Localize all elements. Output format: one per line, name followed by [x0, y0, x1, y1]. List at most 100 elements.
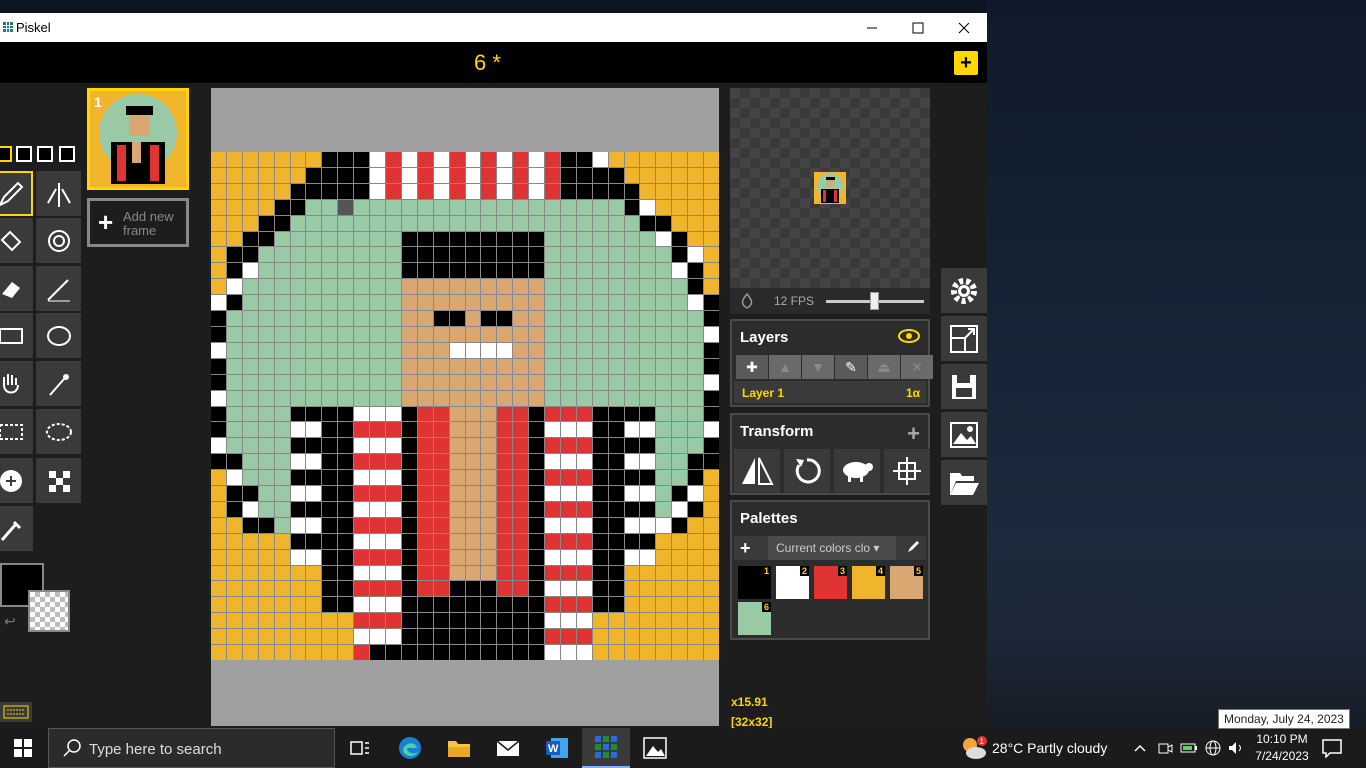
pen-size-3[interactable]: [37, 146, 53, 162]
weather-text[interactable]: 28°C Partly cloudy: [992, 740, 1107, 756]
pixel-canvas[interactable]: [211, 152, 719, 660]
network-button[interactable]: [1202, 728, 1224, 768]
taskbar-search-box[interactable]: Type here to search: [48, 728, 335, 768]
zoom-level: x15.91: [731, 695, 768, 709]
floppy-disk-icon: [952, 374, 976, 399]
photos-button[interactable]: [631, 728, 679, 768]
lighten-tool[interactable]: [0, 458, 33, 503]
frame-preview-image: [90, 91, 186, 187]
folder-icon: [950, 472, 979, 495]
resize-button[interactable]: [941, 316, 987, 361]
minimize-button[interactable]: [849, 13, 895, 42]
search-placeholder: Type here to search: [89, 741, 222, 758]
file-explorer-button[interactable]: [435, 728, 483, 768]
pen-size-4[interactable]: [59, 146, 75, 162]
edge-taskbar-button[interactable]: [386, 728, 434, 768]
color-picker-tool[interactable]: [0, 506, 33, 551]
lasso-icon: [45, 422, 72, 441]
pen-size-1[interactable]: [0, 146, 12, 162]
swap-colors-icon[interactable]: ↩: [4, 613, 16, 630]
taskbar: Type here to search W 1 28°C Partly clou…: [0, 728, 1366, 768]
volume-button[interactable]: [1226, 728, 1248, 768]
palette-color-3[interactable]: 3: [814, 566, 847, 599]
notification-icon[interactable]: [1322, 738, 1342, 758]
frame-number: 1: [94, 94, 102, 110]
palette-select[interactable]: Current colors clo ▾: [768, 536, 896, 560]
palette-color-5[interactable]: 5: [890, 566, 923, 599]
lasso-select-tool[interactable]: [36, 409, 81, 454]
merge-layer-button[interactable]: ⏏: [868, 355, 900, 379]
edit-layer-button[interactable]: ✎: [835, 355, 867, 379]
layer-opacity[interactable]: 1α: [906, 386, 920, 400]
chevron-up-icon: [1134, 744, 1146, 752]
eraser-tool[interactable]: [0, 266, 33, 311]
eraser-icon: [1, 281, 20, 298]
clone-button[interactable]: [834, 449, 880, 493]
delete-layer-button[interactable]: ✕: [901, 355, 933, 379]
add-layer-button[interactable]: ✚: [736, 355, 768, 379]
palette-color-6[interactable]: 6: [738, 602, 771, 635]
fps-slider-handle[interactable]: [870, 292, 879, 310]
eye-icon[interactable]: [898, 329, 920, 343]
ellipse-icon: [46, 325, 71, 346]
keyboard-shortcuts-icon[interactable]: [0, 702, 32, 722]
dithering-tool[interactable]: [36, 458, 81, 503]
add-frame-button[interactable]: + Add new frame: [87, 198, 189, 247]
move-layer-up-button[interactable]: ▲: [769, 355, 801, 379]
same-color-bucket-tool[interactable]: [36, 218, 81, 263]
align-center-button[interactable]: [884, 449, 930, 493]
save-button[interactable]: [941, 364, 987, 409]
meet-now-button[interactable]: [1155, 728, 1175, 768]
rectangle-icon: [0, 327, 23, 344]
flip-button[interactable]: [734, 449, 780, 493]
piskel-icon: [595, 736, 617, 758]
transform-expand-icon[interactable]: +: [907, 421, 920, 447]
move-tool[interactable]: [0, 361, 33, 406]
mirror-pen-tool[interactable]: [36, 171, 81, 216]
rectangle-select-tool[interactable]: [0, 409, 33, 454]
gear-icon: [951, 277, 977, 304]
palette-color-4[interactable]: 4: [852, 566, 885, 599]
onion-skin-icon[interactable]: [738, 293, 756, 309]
magic-wand-tool[interactable]: [36, 361, 81, 406]
show-hidden-icons-button[interactable]: [1130, 728, 1150, 768]
task-view-button[interactable]: [336, 728, 384, 768]
weather-widget[interactable]: 1: [960, 735, 988, 766]
paint-bucket-tool[interactable]: [0, 218, 33, 263]
export-button[interactable]: [941, 412, 987, 457]
transform-panel: Transform +: [730, 413, 930, 495]
clock[interactable]: 10:10 PM 7/24/2023: [1250, 731, 1314, 765]
search-icon: [63, 739, 81, 757]
secondary-color-swatch[interactable]: [28, 590, 70, 632]
photos-icon: [643, 737, 667, 759]
palette-color-1[interactable]: 1: [738, 566, 771, 599]
rotate-button[interactable]: [784, 449, 830, 493]
word-button[interactable]: W: [533, 728, 581, 768]
add-palette-button[interactable]: +: [740, 538, 751, 559]
plus-icon: +: [98, 207, 114, 237]
layer-row[interactable]: Layer 1 1α: [734, 381, 926, 403]
windows-start-icon[interactable]: [14, 739, 32, 757]
edit-palette-icon[interactable]: [906, 540, 920, 554]
maximize-button[interactable]: [895, 13, 941, 42]
palette-color-2[interactable]: 2: [776, 566, 809, 599]
move-layer-down-button[interactable]: ▼: [802, 355, 834, 379]
close-button[interactable]: [941, 13, 987, 42]
battery-button[interactable]: [1178, 728, 1200, 768]
piskel-taskbar-button[interactable]: [582, 728, 630, 768]
rect-select-icon: [0, 423, 23, 440]
drawing-canvas-area[interactable]: [211, 88, 719, 726]
pen-tool[interactable]: [0, 171, 33, 216]
import-button[interactable]: [941, 460, 987, 505]
frame-thumbnail[interactable]: 1: [87, 88, 189, 190]
settings-button[interactable]: [941, 268, 987, 313]
rectangle-tool[interactable]: [0, 313, 33, 358]
pen-size-2[interactable]: [16, 146, 32, 162]
weather-badge: 1: [980, 737, 985, 746]
circle-tool[interactable]: [36, 313, 81, 358]
piskel-app-icon: [3, 22, 13, 32]
new-sprite-button[interactable]: +: [954, 51, 978, 75]
swirl-bucket-icon: [47, 229, 70, 252]
mail-button[interactable]: [484, 728, 532, 768]
stroke-tool[interactable]: [36, 266, 81, 311]
